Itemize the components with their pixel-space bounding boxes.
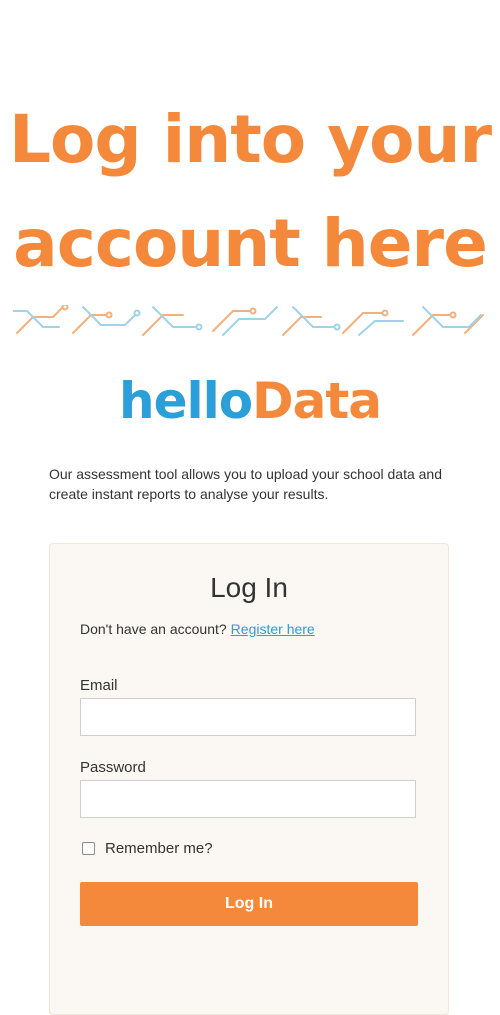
login-card: Log In Don't have an account? Register he… [49, 543, 449, 1015]
password-label: Password [80, 759, 146, 776]
signup-prompt: Don't have an account? Register here [80, 621, 315, 637]
headline-line-1: Log into your [9, 101, 492, 178]
remember-me-label: Remember me? [105, 840, 213, 857]
login-button[interactable]: Log In [80, 882, 418, 926]
signup-prompt-text: Don't have an account? [80, 621, 227, 637]
headline-line-2: account here [13, 205, 488, 282]
intro-text: Our assessment tool allows you to upload… [49, 466, 443, 502]
password-field[interactable] [80, 780, 416, 818]
logo-text-data: Data [252, 372, 382, 430]
remember-me-checkbox[interactable] [82, 842, 95, 855]
email-field[interactable] [80, 698, 416, 736]
hellodata-logo: helloData [0, 366, 500, 436]
login-title: Log In [210, 572, 288, 603]
logo-text-hello: hello [118, 372, 253, 430]
register-link[interactable]: Register here [231, 621, 315, 637]
circuit-decoration [13, 305, 484, 336]
email-label: Email [80, 677, 118, 694]
remember-me: Remember me? [82, 840, 213, 857]
page-headline: Log into your account here [0, 88, 500, 296]
